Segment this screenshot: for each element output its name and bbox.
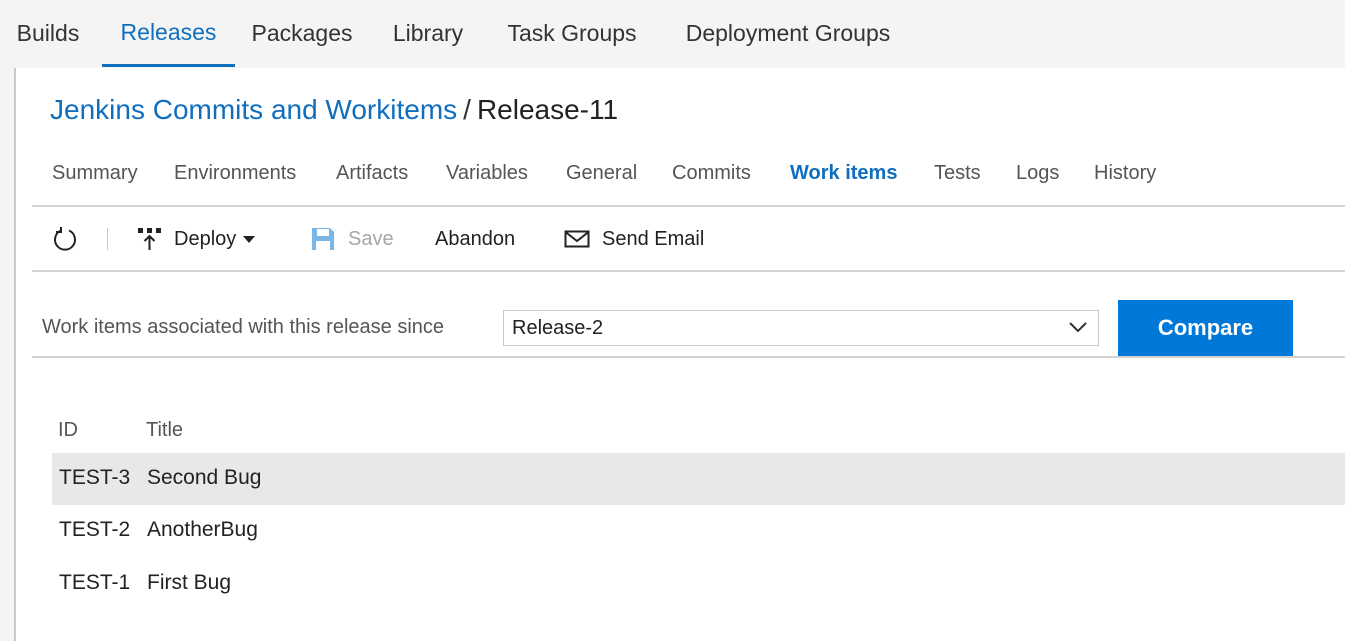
- release-panel: Jenkins Commits and Workitems / Release-11…: [14, 68, 1345, 641]
- refresh-button[interactable]: [52, 224, 78, 254]
- work-item-title[interactable]: First Bug: [147, 571, 231, 595]
- column-header-title[interactable]: Title: [146, 419, 183, 442]
- send-email-button[interactable]: Send Email: [564, 224, 704, 254]
- work-item-title[interactable]: Second Bug: [147, 466, 261, 490]
- compare-button[interactable]: Compare: [1118, 300, 1293, 356]
- breadcrumb-definition-link[interactable]: Jenkins Commits and Workitems: [50, 94, 457, 125]
- tab-tests[interactable]: Tests: [934, 162, 981, 185]
- breadcrumb: Jenkins Commits and Workitems / Release-11: [50, 94, 618, 126]
- column-header-id[interactable]: ID: [58, 419, 78, 442]
- tab-commits[interactable]: Commits: [672, 162, 751, 185]
- release-compare-select[interactable]: Release-2: [503, 310, 1099, 346]
- mail-icon: [564, 230, 590, 248]
- deploy-icon: [138, 228, 161, 250]
- work-item-id[interactable]: TEST-1: [59, 571, 130, 595]
- tab-logs[interactable]: Logs: [1016, 162, 1059, 185]
- hub-navigation: Builds Releases Packages Library Task Gr…: [0, 0, 1345, 68]
- hub-tab-packages[interactable]: Packages: [240, 0, 364, 67]
- abandon-button[interactable]: Abandon: [435, 224, 515, 254]
- toolbar-divider: [32, 270, 1345, 272]
- chevron-down-icon: [1069, 322, 1087, 333]
- tab-artifacts[interactable]: Artifacts: [336, 162, 408, 185]
- send-email-label: Send Email: [602, 227, 705, 250]
- save-button[interactable]: Save: [310, 224, 394, 254]
- save-icon: [312, 228, 334, 250]
- tab-work-items[interactable]: Work items: [790, 162, 897, 185]
- hub-tab-builds[interactable]: Builds: [0, 0, 96, 67]
- work-item-title[interactable]: AnotherBug: [147, 518, 258, 542]
- tabs-divider: [32, 205, 1345, 207]
- tab-history[interactable]: History: [1094, 162, 1156, 185]
- tab-variables[interactable]: Variables: [446, 162, 528, 185]
- hub-tab-releases[interactable]: Releases: [102, 0, 235, 67]
- work-item-id[interactable]: TEST-3: [59, 466, 130, 490]
- release-compare-value: Release-2: [512, 316, 604, 339]
- deploy-label: Deploy: [174, 227, 237, 250]
- work-item-id[interactable]: TEST-2: [59, 518, 130, 542]
- filter-divider: [32, 356, 1345, 358]
- hub-tab-library[interactable]: Library: [375, 0, 481, 67]
- hub-tab-task-groups[interactable]: Task Groups: [492, 0, 652, 67]
- deploy-button[interactable]: Deploy: [136, 224, 256, 254]
- table-row[interactable]: TEST-2 AnotherBug: [52, 505, 1345, 557]
- filter-label: Work items associated with this release …: [42, 316, 445, 338]
- refresh-icon: [54, 227, 76, 251]
- tab-summary[interactable]: Summary: [52, 162, 138, 185]
- breadcrumb-separator: /: [463, 94, 471, 125]
- hub-tab-deployment-groups[interactable]: Deployment Groups: [664, 0, 912, 67]
- tab-environments[interactable]: Environments: [174, 162, 296, 185]
- save-label: Save: [348, 227, 394, 250]
- breadcrumb-release-name: Release-11: [476, 94, 619, 125]
- abandon-label: Abandon: [435, 227, 516, 250]
- table-row[interactable]: TEST-1 First Bug: [52, 558, 1345, 610]
- tab-general[interactable]: General: [566, 162, 637, 185]
- toolbar-separator: [107, 228, 108, 250]
- table-row[interactable]: TEST-3 Second Bug: [52, 453, 1345, 505]
- caret-down-icon: [243, 236, 256, 243]
